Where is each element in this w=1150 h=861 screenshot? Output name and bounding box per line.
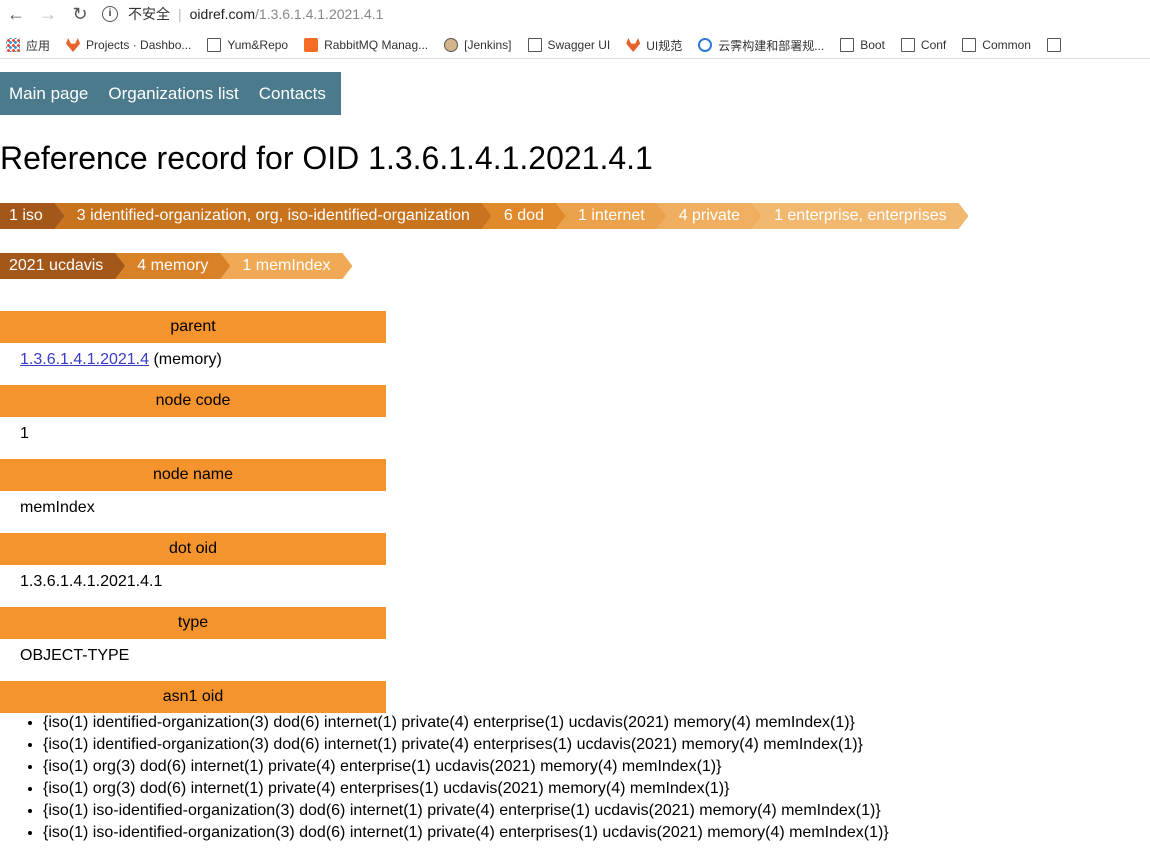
- rabbitmq-icon: [304, 38, 319, 52]
- page-icon: [527, 38, 542, 52]
- list-item: {iso(1) iso-identified-organization(3) d…: [43, 822, 889, 844]
- bookmark-ui-spec[interactable]: UI规范: [626, 37, 682, 54]
- folder-icon: [1046, 38, 1061, 52]
- url-host: oidref.com: [189, 6, 255, 22]
- section-header: asn1 oid: [0, 681, 386, 713]
- nav-organizations-link[interactable]: Organizations list: [99, 84, 249, 104]
- bookmark-yum-repo[interactable]: Yum&Repo: [207, 38, 288, 52]
- bookmark-label: RabbitMQ Manag...: [324, 38, 429, 52]
- breadcrumb-item[interactable]: 1 iso: [0, 203, 65, 229]
- bookmark-swagger[interactable]: Swagger UI: [527, 38, 611, 52]
- bookmark-label: Yum&Repo: [227, 38, 289, 52]
- parent-value: 1.3.6.1.4.1.2021.4 (memory): [0, 343, 386, 369]
- list-item: {iso(1) identified-organization(3) dod(6…: [43, 712, 889, 734]
- site-nav: Main page Organizations list Contacts: [0, 72, 341, 115]
- bookmark-build-deploy[interactable]: 云霁构建和部署规...: [698, 37, 824, 54]
- bookmarks-bar: 应用 Projects · Dashbo... Yum&Repo RabbitM…: [0, 32, 1150, 59]
- section-header: type: [0, 607, 386, 639]
- parent-section: parent 1.3.6.1.4.1.2021.4 (memory): [0, 311, 386, 369]
- security-label: 不安全: [128, 6, 170, 22]
- bookmark-folder-more[interactable]: [1046, 38, 1067, 52]
- list-item: {iso(1) identified-organization(3) dod(6…: [43, 734, 889, 756]
- bookmark-folder-common[interactable]: Common: [962, 38, 1031, 52]
- parent-oid-link[interactable]: 1.3.6.1.4.1.2021.4: [20, 351, 149, 368]
- oid-breadcrumb-row-1: 1 iso 3 identified-organization, org, iso…: [0, 203, 959, 229]
- list-item: {iso(1) org(3) dod(6) internet(1) privat…: [43, 778, 889, 800]
- back-arrow-icon[interactable]: ←: [0, 4, 32, 25]
- bookmark-projects[interactable]: Projects · Dashbo...: [66, 38, 191, 52]
- bookmark-label: Boot: [860, 38, 885, 52]
- apps-grid-icon: [6, 38, 20, 52]
- gitlab-icon: [626, 38, 641, 52]
- nav-main-page-link[interactable]: Main page: [0, 84, 99, 104]
- bookmark-jenkins[interactable]: [Jenkins]: [444, 38, 512, 52]
- breadcrumb-item[interactable]: 4 private: [657, 203, 762, 229]
- bookmark-label: Conf: [920, 38, 947, 52]
- dot-oid-value: 1.3.6.1.4.1.2021.4.1: [20, 573, 163, 590]
- breadcrumb-item[interactable]: 6 dod: [482, 203, 566, 229]
- node-code-section: node code 1: [0, 385, 386, 443]
- page-icon: [207, 38, 222, 52]
- jenkins-icon: [444, 38, 459, 52]
- folder-icon: [900, 38, 915, 52]
- wheel-icon: [698, 38, 713, 52]
- breadcrumb-item[interactable]: 2021 ucdavis: [0, 253, 125, 279]
- bookmark-label: UI规范: [646, 38, 683, 53]
- breadcrumb-item[interactable]: 1 enterprise, enterprises: [752, 203, 969, 229]
- type-value: OBJECT-TYPE: [20, 647, 130, 664]
- asn1-oid-section: asn1 oid: [0, 681, 386, 713]
- folder-icon: [962, 38, 977, 52]
- bookmark-label: Common: [982, 38, 1031, 52]
- breadcrumb-item[interactable]: 1 memIndex: [220, 253, 352, 279]
- address-bar: ← → ↻ i 不安全 | oidref.com/1.3.6.1.4.1.202…: [0, 0, 1150, 28]
- oid-breadcrumb-row-2: 2021 ucdavis 4 memory 1 memIndex: [0, 253, 342, 279]
- type-section: type OBJECT-TYPE: [0, 607, 386, 665]
- forward-arrow-icon[interactable]: →: [32, 4, 64, 25]
- nav-contacts-link[interactable]: Contacts: [250, 84, 337, 104]
- url-path: /1.3.6.1.4.1.2021.4.1: [255, 6, 384, 22]
- section-header: parent: [0, 311, 386, 343]
- breadcrumb-item[interactable]: 3 identified-organization, org, iso-iden…: [55, 203, 492, 229]
- bookmark-label: Projects · Dashbo...: [86, 38, 192, 52]
- bookmark-label: 应用: [26, 38, 51, 53]
- bookmark-folder-boot[interactable]: Boot: [840, 38, 885, 52]
- node-name-value: memIndex: [20, 499, 95, 516]
- bookmark-folder-conf[interactable]: Conf: [900, 38, 947, 52]
- bookmark-label: [Jenkins]: [464, 38, 512, 52]
- bookmark-label: Swagger UI: [547, 38, 611, 52]
- url-divider: |: [178, 6, 182, 22]
- bookmark-apps[interactable]: 应用: [6, 37, 50, 54]
- breadcrumb-item[interactable]: 4 memory: [115, 253, 230, 279]
- asn1-oid-list: {iso(1) identified-organization(3) dod(6…: [0, 712, 889, 844]
- folder-icon: [840, 38, 855, 52]
- section-header: dot oid: [0, 533, 386, 565]
- dot-oid-section: dot oid 1.3.6.1.4.1.2021.4.1: [0, 533, 386, 591]
- list-item: {iso(1) iso-identified-organization(3) d…: [43, 800, 889, 822]
- section-header: node name: [0, 459, 386, 491]
- breadcrumb-item[interactable]: 1 internet: [556, 203, 667, 229]
- parent-name: (memory): [149, 351, 222, 368]
- node-code-value: 1: [20, 425, 29, 442]
- section-header: node code: [0, 385, 386, 417]
- page-title: Reference record for OID 1.3.6.1.4.1.202…: [0, 140, 653, 176]
- info-icon[interactable]: i: [102, 6, 118, 22]
- list-item: {iso(1) org(3) dod(6) internet(1) privat…: [43, 756, 889, 778]
- url-field[interactable]: i 不安全 | oidref.com/1.3.6.1.4.1.2021.4.1: [102, 4, 383, 24]
- reload-icon[interactable]: ↻: [64, 4, 96, 25]
- bookmark-label: 云霁构建和部署规...: [718, 38, 825, 53]
- bookmark-rabbitmq[interactable]: RabbitMQ Manag...: [304, 38, 428, 52]
- node-name-section: node name memIndex: [0, 459, 386, 517]
- gitlab-icon: [66, 38, 81, 52]
